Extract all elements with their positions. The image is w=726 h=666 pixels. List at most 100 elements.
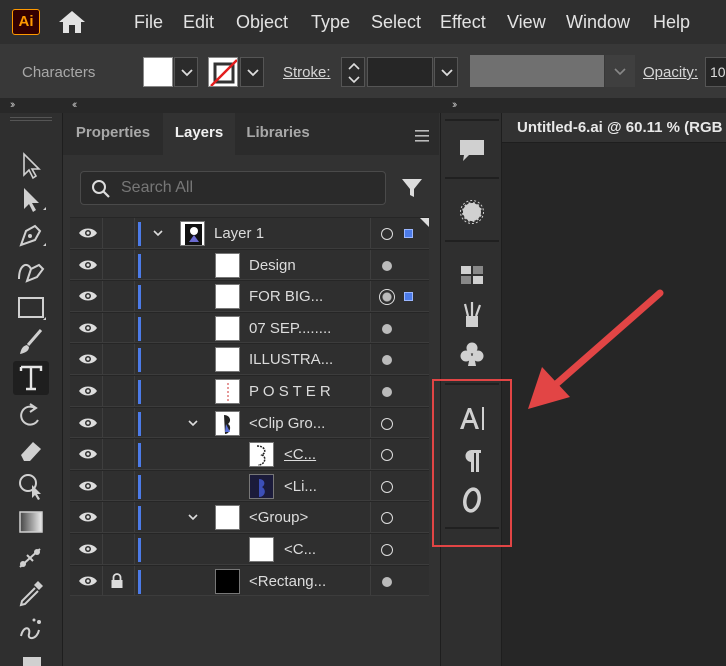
target-dot-icon[interactable]	[382, 576, 392, 587]
layer-name[interactable]: <C...	[284, 446, 316, 463]
gradient-tool[interactable]	[13, 505, 49, 539]
expand-dock-icon[interactable]: ››	[452, 99, 458, 111]
layer-row[interactable]: ILLUSTRA...	[70, 343, 429, 375]
visibility-eye-icon[interactable]	[78, 258, 98, 272]
paintbrush-tool[interactable]	[13, 325, 49, 359]
panel-menu-icon[interactable]	[415, 129, 429, 142]
layer-name[interactable]: <Rectang...	[249, 573, 326, 590]
eyedropper-tool[interactable]	[13, 576, 49, 610]
stroke-swatch[interactable]	[208, 57, 238, 87]
menu-help[interactable]: Help	[653, 11, 690, 33]
lock-icon[interactable]	[110, 572, 124, 589]
target-dot-icon[interactable]	[382, 355, 392, 366]
selection-indicator[interactable]	[404, 229, 413, 238]
layer-name[interactable]: <Clip Gro...	[249, 415, 325, 432]
layer-name[interactable]: FOR BIG...	[249, 288, 323, 305]
search-input[interactable]	[121, 173, 371, 203]
tools-grip[interactable]	[10, 117, 52, 121]
menu-object[interactable]: Object	[236, 11, 288, 33]
target-circle-icon[interactable]	[381, 417, 393, 430]
menu-type[interactable]: Type	[311, 11, 350, 33]
chevron-down-icon[interactable]	[187, 417, 199, 429]
swatches-icon[interactable]	[457, 259, 487, 289]
layer-name[interactable]: Layer 1	[214, 225, 264, 242]
layer-row[interactable]: <Li...	[70, 469, 429, 502]
opacity-input[interactable]: 10	[705, 57, 726, 87]
symbols-club-icon[interactable]	[457, 339, 487, 369]
target-circle-icon[interactable]	[381, 449, 393, 462]
appearance-icon[interactable]	[457, 197, 487, 227]
home-icon[interactable]	[56, 8, 88, 36]
collapse-panel-icon[interactable]: ‹‹	[72, 99, 78, 111]
target-dot-icon[interactable]	[382, 386, 392, 397]
layer-name[interactable]: ILLUSTRA...	[249, 351, 333, 368]
menu-view[interactable]: View	[507, 11, 546, 33]
layer-row[interactable]: Layer 1	[70, 217, 429, 249]
layer-row[interactable]: <C...	[70, 438, 429, 470]
layer-row[interactable]: P O S T E R	[70, 374, 429, 407]
target-circle-icon[interactable]	[381, 228, 393, 240]
menu-file[interactable]: File	[134, 11, 163, 33]
layer-row[interactable]: FOR BIG...	[70, 280, 429, 312]
target-circle-icon[interactable]	[381, 512, 393, 525]
rectangle-tool[interactable]	[13, 290, 49, 324]
fill-swatch[interactable]	[143, 57, 173, 87]
visibility-eye-icon[interactable]	[78, 321, 98, 335]
chevron-down-icon[interactable]	[187, 511, 199, 523]
brushes-icon[interactable]	[457, 299, 487, 329]
dock-grip[interactable]	[445, 119, 499, 121]
tab-layers[interactable]: Layers	[163, 113, 235, 155]
menu-effect[interactable]: Effect	[440, 11, 486, 33]
stroke-dropdown[interactable]	[240, 57, 264, 87]
selection-indicator[interactable]	[404, 292, 413, 302]
puppet-warp-tool[interactable]	[13, 468, 49, 502]
fill-dropdown[interactable]	[174, 57, 198, 87]
stroke-weight-dropdown[interactable]	[434, 57, 458, 87]
menu-select[interactable]: Select	[371, 11, 421, 33]
visibility-eye-icon[interactable]	[78, 416, 98, 430]
visibility-eye-icon[interactable]	[78, 479, 98, 493]
layer-row[interactable]: Design	[70, 248, 429, 281]
rotate-tool[interactable]	[13, 398, 49, 432]
visibility-eye-icon[interactable]	[78, 289, 98, 303]
expand-tools-icon[interactable]: ››	[10, 99, 16, 111]
blend-tool[interactable]	[13, 541, 49, 575]
filter-icon[interactable]	[401, 177, 423, 199]
visibility-eye-icon[interactable]	[78, 352, 98, 366]
pen-tool[interactable]	[13, 217, 49, 251]
opacity-label[interactable]: Opacity:	[643, 64, 698, 81]
stroke-stepper[interactable]	[341, 57, 365, 87]
type-tool[interactable]	[13, 361, 49, 395]
target-dot-icon[interactable]	[382, 260, 392, 271]
layer-row[interactable]: <Group>	[70, 501, 429, 533]
layer-name[interactable]: <C...	[284, 541, 316, 558]
layer-name[interactable]: Design	[249, 257, 296, 274]
layer-name[interactable]: <Li...	[284, 478, 317, 495]
layer-name[interactable]: 07 SEP........	[249, 320, 331, 337]
search-box[interactable]	[80, 171, 386, 205]
document-tab[interactable]: Untitled-6.ai @ 60.11 % (RGB	[502, 113, 726, 143]
stroke-weight-input[interactable]	[367, 57, 433, 87]
artboard-tool[interactable]	[13, 647, 49, 666]
direct-selection-tool[interactable]	[13, 182, 49, 216]
target-dot-icon[interactable]	[382, 323, 392, 334]
menu-window[interactable]: Window	[566, 11, 630, 33]
visibility-eye-icon[interactable]	[78, 226, 98, 240]
layer-row[interactable]: <Clip Gro...	[70, 406, 429, 439]
selection-tool[interactable]	[13, 148, 49, 182]
menu-edit[interactable]: Edit	[183, 11, 214, 33]
stroke-label[interactable]: Stroke:	[283, 64, 331, 81]
variable-width-profile[interactable]	[470, 55, 604, 87]
layer-row[interactable]: <Rectang...	[70, 564, 429, 597]
symbol-sprayer-tool[interactable]	[13, 612, 49, 646]
target-selected-icon[interactable]	[379, 289, 395, 306]
profile-dropdown[interactable]	[605, 55, 635, 87]
curvature-tool[interactable]	[13, 253, 49, 287]
visibility-eye-icon[interactable]	[78, 447, 98, 461]
tab-properties[interactable]: Properties	[63, 113, 163, 155]
visibility-eye-icon[interactable]	[78, 574, 98, 588]
visibility-eye-icon[interactable]	[78, 510, 98, 524]
layer-name[interactable]: <Group>	[249, 509, 308, 526]
tab-libraries[interactable]: Libraries	[235, 113, 321, 155]
chevron-down-icon[interactable]	[152, 227, 164, 239]
